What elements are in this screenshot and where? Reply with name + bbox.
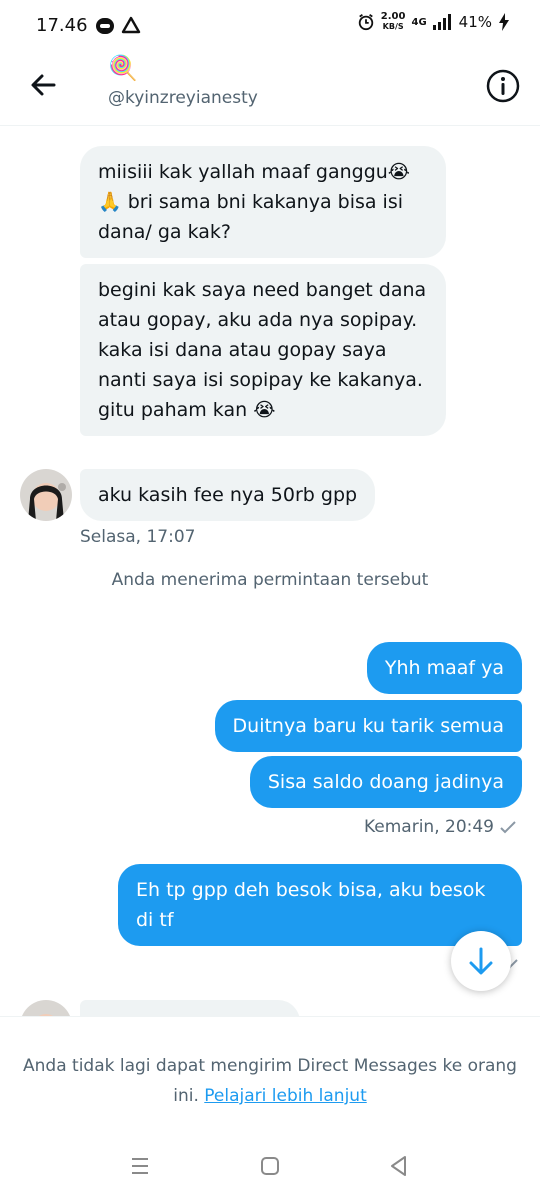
speed-value: 2.00 (380, 11, 406, 22)
message-timestamp: Selasa, 17:07 (80, 527, 196, 547)
sender-avatar[interactable] (20, 469, 72, 521)
notification-icon (96, 18, 114, 34)
outgoing-message[interactable]: Eh tp gpp deh besok bisa, aku besok di t… (118, 864, 522, 946)
outgoing-message[interactable]: Sisa saldo doang jadinya (249, 756, 522, 808)
info-icon[interactable] (486, 69, 520, 103)
outgoing-message[interactable]: Duitnya baru ku tarik semua (214, 700, 522, 752)
incoming-message[interactable]: aku kasih fee nya 50rb gpp (80, 469, 376, 521)
learn-more-link[interactable]: Pelajari lebih lanjut (204, 1086, 366, 1106)
system-nav-bar (0, 1130, 540, 1200)
system-message: Anda menerima permintaan tersebut (111, 570, 429, 590)
home-icon[interactable] (258, 1154, 282, 1178)
profile-avatar[interactable]: 🍭 (108, 54, 140, 86)
scroll-to-bottom-button[interactable] (451, 931, 511, 991)
incoming-message[interactable]: miisiii kak yallah maaf ganggu😭🙏 bri sam… (80, 146, 446, 258)
user-handle[interactable]: @kyinzreyianesty (108, 88, 258, 108)
speed-unit: KB/S (382, 22, 404, 31)
recents-icon[interactable] (128, 1154, 152, 1178)
network-type: 4G (411, 16, 427, 28)
network-speed: 2.00 KB/S (381, 12, 406, 32)
dm-disabled-notice: Anda tidak lagi dapat mengirim Direct Me… (0, 1016, 540, 1122)
status-bar: 17.46 2.00 KB/S 4G 41% (0, 0, 540, 52)
signal-icon (432, 14, 451, 30)
outgoing-message[interactable]: Yhh maaf ya (366, 642, 522, 694)
back-icon[interactable] (387, 1154, 411, 1178)
arrow-down-icon (469, 947, 493, 975)
message-timestamp: Kemarin, 20:49 (363, 817, 494, 837)
check-icon (500, 821, 516, 834)
status-right: 2.00 KB/S 4G 41% (357, 12, 510, 32)
battery-level: 41% (458, 13, 492, 31)
alarm-icon (358, 14, 373, 31)
sender-avatar-image (20, 469, 72, 521)
back-arrow-icon[interactable] (26, 68, 60, 102)
status-time: 17.46 (36, 15, 88, 36)
charging-icon (499, 13, 509, 31)
incoming-message[interactable]: begini kak saya need banget dana atau go… (80, 264, 446, 436)
conversation-header: 🍭 @kyinzreyianesty (0, 52, 540, 126)
drive-icon (121, 16, 141, 34)
